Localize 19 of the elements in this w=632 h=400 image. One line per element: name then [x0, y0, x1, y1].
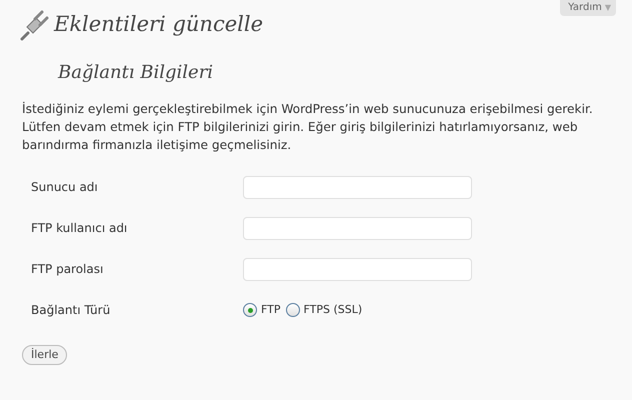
field-label: Bağlantı Türü [31, 303, 110, 318]
help-label: Yardım [568, 2, 602, 13]
field-label: FTP kullanıcı adı [31, 221, 128, 236]
radio-button[interactable] [286, 303, 300, 318]
radio-label: FTPS (SSL) [304, 302, 362, 318]
caret-icon: ▼ [604, 3, 611, 12]
field-label: FTP parolası [31, 262, 104, 276]
input-field[interactable] [243, 216, 472, 240]
section-heading: Bağlantı Bilgileri [56, 62, 214, 84]
radio-button[interactable] [243, 303, 257, 318]
field-label: Sunucu adı [31, 180, 98, 194]
intro-paragraph: İstediğiniz eylemi gerçekleştirebilmek için WordPress’in web sunucunuza erişebilmesi gerekir. Lütfen devam etmek için FTP bilgilerinizi girin. Eğer giriş bilgilerinizi hatırlamıyorsanız, web barındırma firmanızla iletişime geçmelisiniz. [22, 100, 594, 154]
radio-label: FTP [261, 302, 280, 318]
page-title: Eklentileri güncelle [54, 12, 263, 38]
input-field[interactable] [243, 176, 472, 199]
password-field[interactable] [243, 258, 472, 281]
plugin-icon [18, 9, 50, 41]
proceed-button[interactable]: İlerle [22, 344, 68, 366]
help-tab[interactable]: Yardım ▼ [560, 0, 616, 16]
